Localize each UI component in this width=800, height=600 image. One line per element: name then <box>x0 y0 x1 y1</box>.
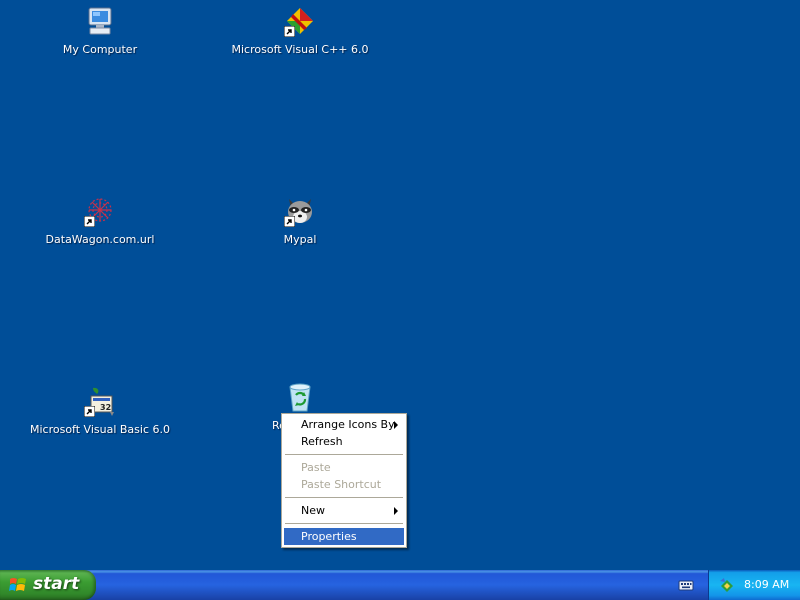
recycle-bin-icon <box>284 381 316 413</box>
svg-text:32: 32 <box>100 403 111 412</box>
visual-cpp-icon <box>284 5 316 37</box>
mypal-raccoon-icon <box>284 195 316 227</box>
menu-separator <box>285 497 403 498</box>
desktop-icon-datawagon[interactable]: DataWagon.com.url <box>20 195 180 246</box>
desktop-icon-label: Mypal <box>283 233 317 246</box>
desktop-icon-visual-basic[interactable]: 32 Microsoft Visual Basic 6.0 <box>20 385 180 436</box>
menu-item-label: Paste <box>301 461 331 474</box>
menu-item-label: Paste Shortcut <box>301 478 382 491</box>
menu-item-label: Properties <box>301 530 357 543</box>
menu-item-arrange-icons-by[interactable]: Arrange Icons By <box>284 416 404 433</box>
my-computer-icon <box>84 5 116 37</box>
menu-item-label: Refresh <box>301 435 343 448</box>
desktop-icon-label: DataWagon.com.url <box>45 233 155 246</box>
menu-separator <box>285 454 403 455</box>
shortcut-arrow-icon <box>284 216 295 227</box>
menu-item-label: New <box>301 504 325 517</box>
menu-item-properties[interactable]: Properties <box>284 528 404 545</box>
datawagon-url-icon <box>84 195 116 227</box>
menu-item-new[interactable]: New <box>284 502 404 519</box>
shortcut-arrow-icon <box>284 26 295 37</box>
system-tray: 8:09 AM <box>708 570 800 600</box>
desktop-icon-mypal[interactable]: Mypal <box>220 195 380 246</box>
keyboard-icon[interactable] <box>678 578 694 592</box>
network-tray-icon[interactable] <box>719 577 735 593</box>
desktop-icon-my-computer[interactable]: My Computer <box>20 5 180 56</box>
menu-item-label: Arrange Icons By <box>301 418 395 431</box>
shortcut-arrow-icon <box>84 406 95 417</box>
menu-item-paste-shortcut: Paste Shortcut <box>284 476 404 493</box>
desktop-icon-visual-cpp[interactable]: Microsoft Visual C++ 6.0 <box>220 5 380 56</box>
submenu-arrow-icon <box>394 421 398 429</box>
shortcut-arrow-icon <box>84 216 95 227</box>
start-button-label: start <box>33 574 80 594</box>
desktop-context-menu: Arrange Icons By Refresh Paste Paste Sho… <box>281 413 407 548</box>
desktop-icon-label: Microsoft Visual Basic 6.0 <box>29 423 170 436</box>
menu-item-refresh[interactable]: Refresh <box>284 433 404 450</box>
menu-separator <box>285 523 403 524</box>
taskbar-clock[interactable]: 8:09 AM <box>744 578 789 591</box>
menu-item-paste: Paste <box>284 459 404 476</box>
desktop-icon-label: Microsoft Visual C++ 6.0 <box>231 43 369 56</box>
visual-basic-icon: 32 <box>84 385 116 417</box>
start-button[interactable]: start <box>0 570 96 600</box>
desktop-icon-label: My Computer <box>62 43 138 56</box>
desktop[interactable]: My Computer Microsoft Visual C++ 6.0 Dat… <box>0 0 800 570</box>
windows-logo-icon <box>9 578 26 591</box>
submenu-arrow-icon <box>394 507 398 515</box>
